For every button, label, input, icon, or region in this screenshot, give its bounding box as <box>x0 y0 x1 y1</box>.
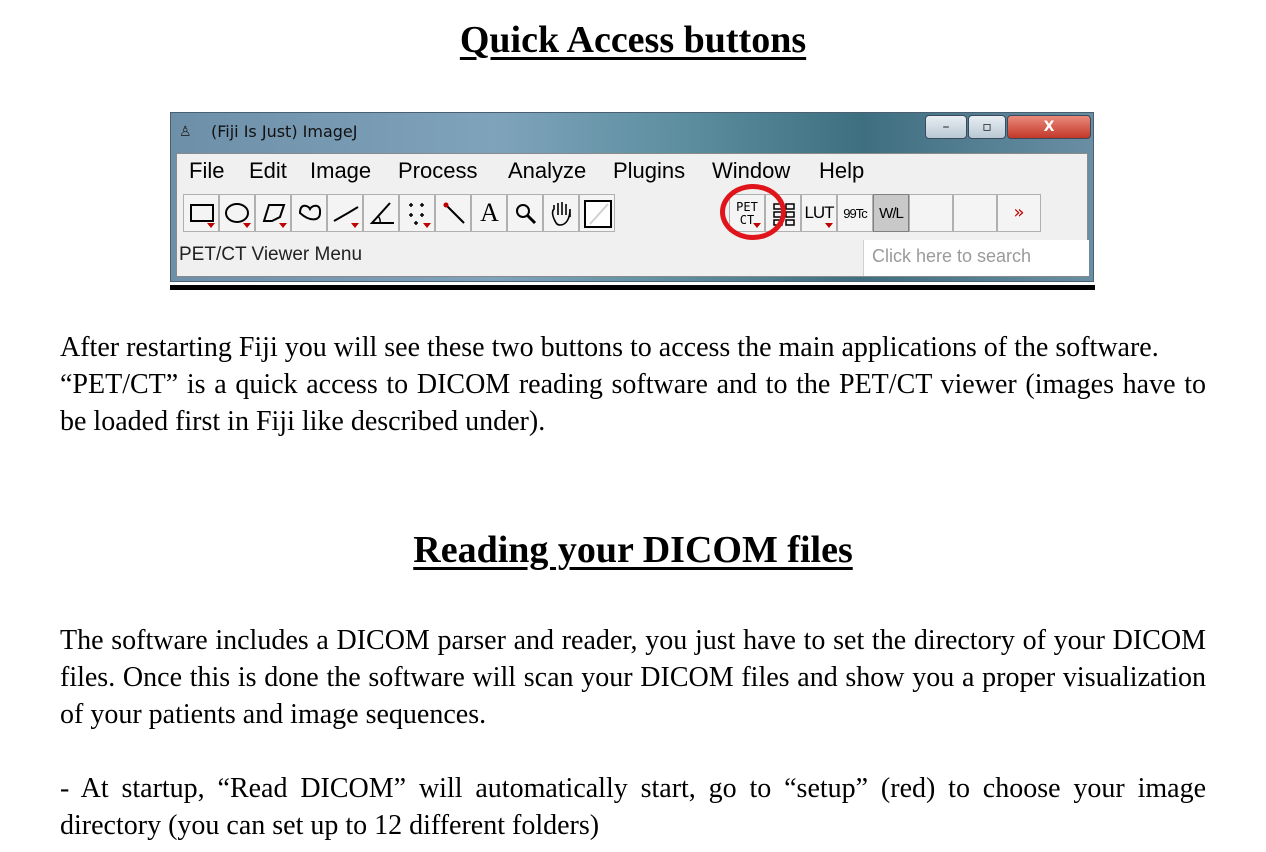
angle-icon <box>369 202 394 224</box>
menu-image[interactable]: Image <box>310 158 371 184</box>
oval-tool[interactable] <box>219 194 255 232</box>
angle-tool[interactable] <box>363 194 399 232</box>
status-bar: PET/CT Viewer Menu <box>179 244 363 265</box>
magnifier-icon <box>516 204 537 225</box>
paragraph: “PET/CT” is a quick access to DICOM read… <box>60 369 1206 437</box>
search-input[interactable]: Click here to search <box>863 240 1089 276</box>
paragraph: The software includes a DICOM parser and… <box>60 625 1206 730</box>
paragraph: - At startup, “Read DICOM” will automati… <box>60 773 1206 841</box>
window-level-button[interactable]: W/L <box>873 194 909 232</box>
menu-process[interactable]: Process <box>398 158 477 184</box>
imagej-window: ♙ (Fiji Is Just) ImageJ – ▫ X File Edit … <box>170 112 1094 282</box>
menu-help[interactable]: Help <box>819 158 864 184</box>
multipoint-icon <box>409 203 424 225</box>
rectangle-icon <box>190 204 214 222</box>
maximize-button[interactable]: ▫ <box>968 115 1006 139</box>
menu-edit[interactable]: Edit <box>249 158 287 184</box>
oval-icon <box>225 203 249 223</box>
menu-analyze[interactable]: Analyze <box>508 158 586 184</box>
figure-underline <box>170 285 1095 290</box>
dicom-text: The software includes a DICOM parser and… <box>60 622 1206 844</box>
hand-icon <box>551 202 571 226</box>
color-swatch-icon <box>584 200 612 228</box>
freehand-tool[interactable] <box>291 194 327 232</box>
freehand-icon <box>298 204 322 221</box>
text-tool[interactable]: A <box>471 194 507 232</box>
paragraph: After restarting Fiji you will see these… <box>60 332 1159 363</box>
wand-tool[interactable] <box>435 194 471 232</box>
point-tool[interactable] <box>399 194 435 232</box>
microscope-icon: ♙ <box>179 124 192 140</box>
toolbar: A PET CT LUT 99Tc W/L » <box>179 194 1085 234</box>
magic-wand-icon <box>443 202 465 224</box>
dropper-tool[interactable] <box>579 194 615 232</box>
imagej-client-area: File Edit Image Process Analyze Plugins … <box>176 153 1089 277</box>
quick-access-text: After restarting Fiji you will see these… <box>60 329 1206 440</box>
line-tool[interactable] <box>327 194 363 232</box>
tc99-button[interactable]: 99Tc <box>837 194 873 232</box>
zoom-tool[interactable] <box>507 194 543 232</box>
hand-tool[interactable] <box>543 194 579 232</box>
highlight-circle <box>720 184 786 240</box>
double-chevron-icon: » <box>1013 202 1025 223</box>
rectangle-tool[interactable] <box>183 194 219 232</box>
menu-plugins[interactable]: Plugins <box>613 158 685 184</box>
empty-tool-slot-1[interactable] <box>909 194 953 232</box>
lut-button[interactable]: LUT <box>801 194 837 232</box>
close-button[interactable]: X <box>1007 115 1091 139</box>
menu-window[interactable]: Window <box>712 158 790 184</box>
menu-file[interactable]: File <box>189 158 224 184</box>
polygon-icon <box>262 204 286 222</box>
polygon-tool[interactable] <box>255 194 291 232</box>
more-tools-button[interactable]: » <box>997 194 1041 232</box>
empty-tool-slot-2[interactable] <box>953 194 997 232</box>
search-placeholder: Click here to search <box>872 246 1032 266</box>
menu-bar: File Edit Image Process Analyze Plugins … <box>177 154 1087 188</box>
minimize-button[interactable]: – <box>925 115 967 139</box>
window-title: (Fiji Is Just) ImageJ <box>211 122 358 141</box>
section-heading-dicom: Reading your DICOM files <box>413 529 853 571</box>
section-heading-quick-access: Quick Access buttons <box>459 19 807 61</box>
line-icon <box>333 206 359 222</box>
